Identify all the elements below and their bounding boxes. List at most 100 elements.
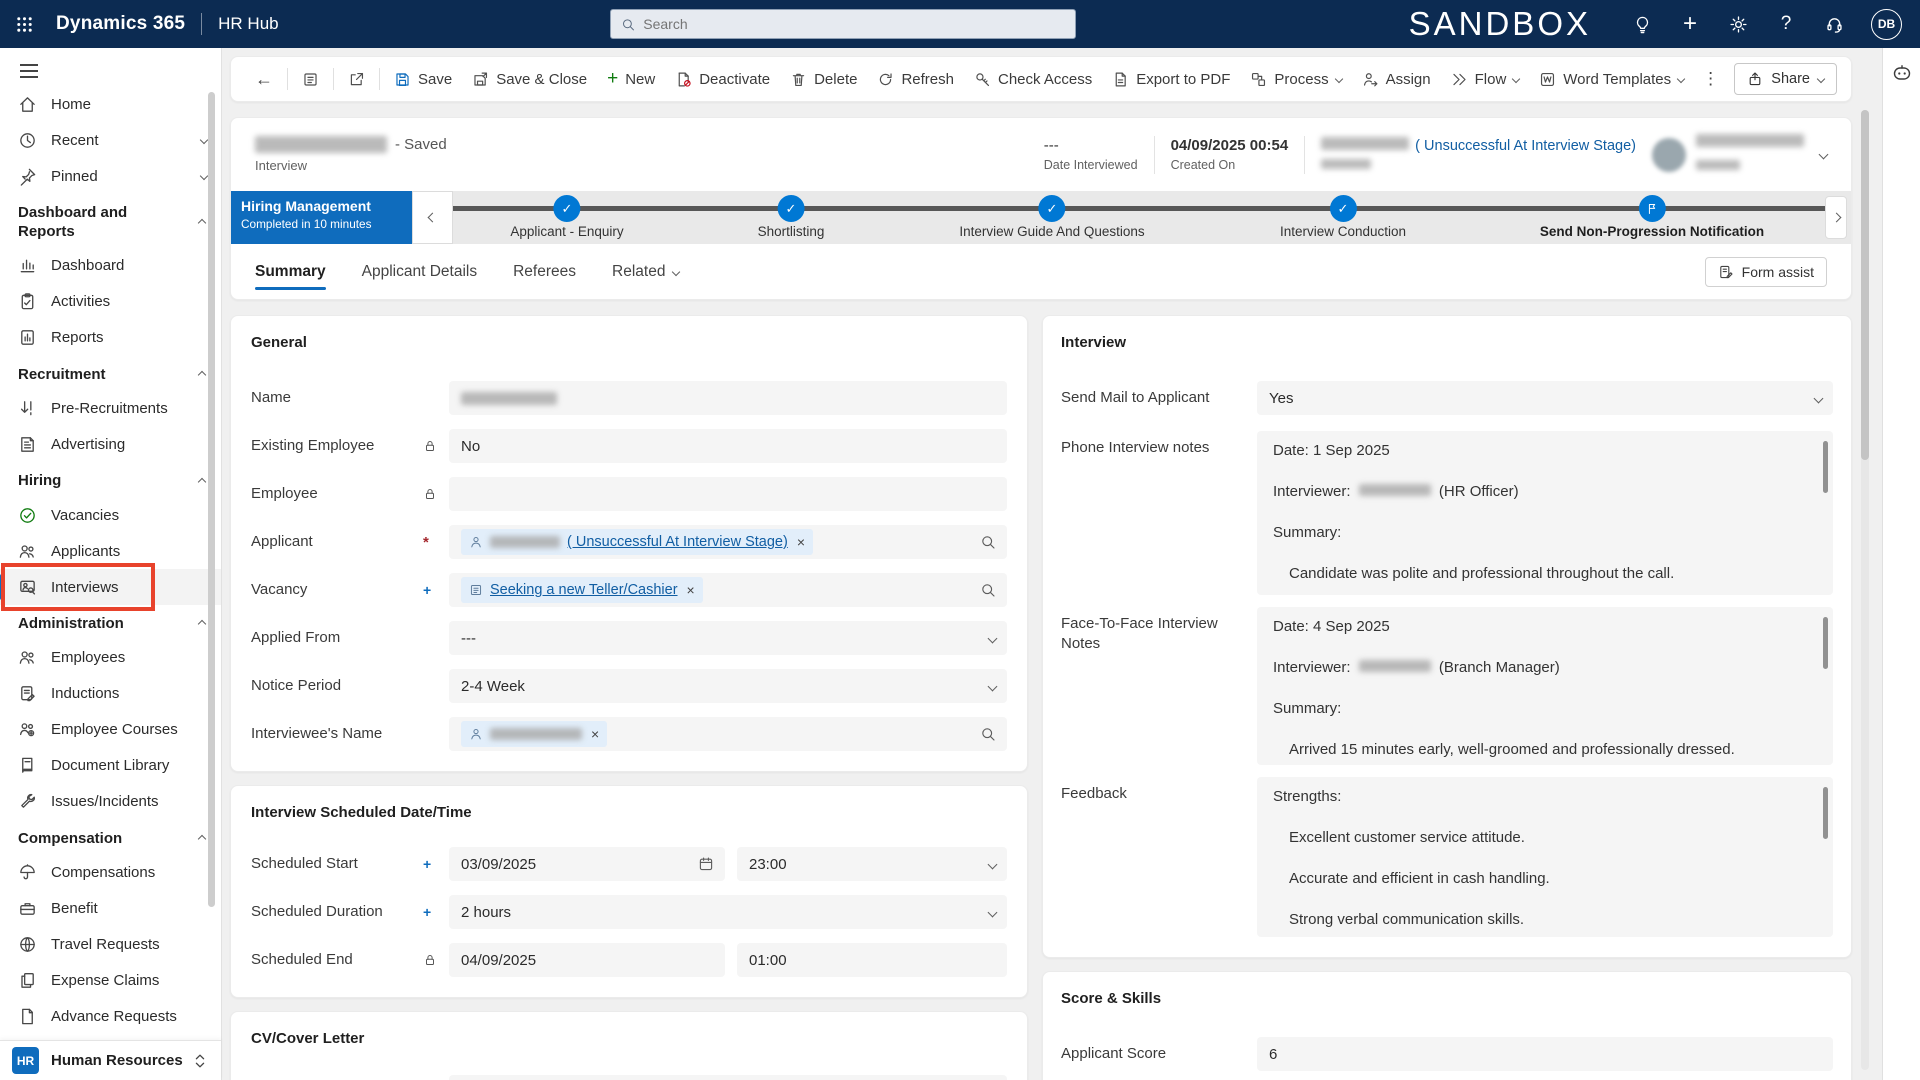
scheduled-start-date-input[interactable]: 03/09/2025 [449,847,725,881]
sidebar-group-dashboard-and-reports[interactable]: Dashboard and Reports [0,194,221,248]
lookup-search-icon[interactable] [980,534,996,550]
sidebar-item-vacancies[interactable]: Vacancies [0,497,221,533]
stage-send-non-progression-notification[interactable]: Send Non-Progression Notification [1540,195,1764,239]
cover-letter-available-input[interactable] [449,1075,1007,1080]
tab-referees[interactable]: Referees [513,244,576,299]
stage-applicant-enquiry[interactable]: ✓ Applicant - Enquiry [510,195,623,239]
help-icon[interactable]: ? [1775,13,1797,35]
notice-period-select[interactable]: 2-4 Week [449,669,1007,703]
flow-menu-button[interactable]: Flow [1441,62,1530,96]
assign-button[interactable]: Assign [1352,62,1441,96]
stage-interview-conduction[interactable]: ✓ Interview Conduction [1280,195,1406,239]
stage-interview-guide-and-questions[interactable]: ✓ Interview Guide And Questions [959,195,1144,239]
sidebar-item-inductions[interactable]: Inductions [0,676,221,712]
form-assist-button[interactable]: Form assist [1705,257,1827,287]
delete-button[interactable]: Delete [780,62,867,96]
word-templates-menu-button[interactable]: Word Templates [1529,62,1694,96]
employee-input[interactable] [449,477,1007,511]
sidebar-item-expense-claims[interactable]: Expense Claims [0,963,221,999]
send-mail-select[interactable]: Yes [1257,381,1833,415]
save-and-close-button[interactable]: Save & Close [462,62,597,96]
app-area-name[interactable]: HR Hub [218,14,278,34]
check-access-button[interactable]: Check Access [964,62,1102,96]
tab-summary[interactable]: Summary [255,244,326,299]
sidebar-item-compensations[interactable]: Compensations [0,855,221,891]
calendar-icon[interactable] [698,856,714,872]
new-button[interactable]: +New [597,62,665,96]
active-stage-box[interactable]: Hiring Management Completed in 10 minute… [231,191,412,244]
sidebar-item-issues-incidents[interactable]: Issues/Incidents [0,784,221,820]
feedback-textarea[interactable]: Strengths: Excellent customer service at… [1257,777,1833,937]
scheduled-end-date-input[interactable]: 04/09/2025 [449,943,725,977]
main-scrollbar-thumb[interactable] [1861,110,1869,460]
support-icon[interactable] [1823,13,1845,35]
next-stage-button[interactable] [1825,196,1847,239]
scheduled-duration-select[interactable]: 2 hours [449,895,1007,929]
lightbulb-icon[interactable] [1631,13,1653,35]
collapse-stage-button[interactable] [412,191,453,244]
sidebar-item-benefit[interactable]: Benefit [0,891,221,927]
existing-employee-input[interactable]: No [449,429,1007,463]
sidebar-item-dashboard[interactable]: Dashboard [0,248,221,284]
copilot-icon[interactable] [1891,62,1913,84]
sidebar-item-employees[interactable]: Employees [0,640,221,676]
textarea-scrollbar[interactable] [1823,441,1828,493]
stage-shortlisting[interactable]: ✓ Shortlisting [758,195,825,239]
process-menu-button[interactable]: Process [1240,62,1351,96]
interviewee-lookup-pill[interactable]: × [461,721,607,747]
scheduled-end-time-input[interactable]: 01:00 [737,943,1007,977]
open-in-new-window-button[interactable] [338,62,375,96]
settings-gear-icon[interactable] [1727,13,1749,35]
refresh-button[interactable]: Refresh [867,62,964,96]
tab-related[interactable]: Related [612,244,679,299]
collapse-header-chevron-icon[interactable] [1819,150,1829,160]
scheduled-start-time-select[interactable]: 23:00 [737,847,1007,881]
tab-applicant-details[interactable]: Applicant Details [362,244,477,299]
vacancy-lookup-pill[interactable]: Seeking a new Teller/Cashier × [461,577,703,603]
back-button[interactable]: ← [245,62,283,96]
vacancy-record-link[interactable]: Seeking a new Teller/Cashier [490,582,678,598]
interviewee-lookup-input[interactable]: × [449,717,1007,751]
sidebar-group-hiring[interactable]: Hiring [0,462,221,497]
sidebar-item-advance-requests[interactable]: Advance Requests [0,999,221,1029]
user-avatar[interactable]: DB [1871,9,1902,40]
overflow-menu-button[interactable]: ⋮ [1694,69,1727,89]
remove-value-icon[interactable]: × [797,534,805,550]
sidebar-item-pinned[interactable]: Pinned [0,158,221,194]
applied-from-select[interactable]: --- [449,621,1007,655]
textarea-scrollbar[interactable] [1823,617,1828,669]
sidebar-item-activities[interactable]: Activities [0,284,221,320]
sidebar-item-travel-requests[interactable]: Travel Requests [0,927,221,963]
applicant-score-input[interactable]: 6 [1257,1037,1833,1071]
sidebar-item-home[interactable]: Home [0,86,221,122]
sidebar-group-compensation[interactable]: Compensation [0,820,221,855]
search-input[interactable] [643,16,1065,32]
sidebar-item-advertising[interactable]: Advertising [0,426,221,462]
app-launcher-waffle-icon[interactable] [0,0,48,48]
save-button[interactable]: Save [384,62,462,96]
share-button[interactable]: Share [1734,63,1837,95]
sitemap-toggle-icon[interactable] [20,70,38,72]
sidebar-item-recent[interactable]: Recent [0,122,221,158]
sidebar-item-reports[interactable]: Reports [0,320,221,356]
phone-notes-textarea[interactable]: Date: 1 Sep 2025 Interviewer: (HR Office… [1257,431,1833,595]
global-search[interactable] [610,9,1076,39]
applicant-lookup-pill[interactable]: ( Unsuccessful At Interview Stage) × [461,529,813,555]
sidebar-item-pre-recruitments[interactable]: Pre-Recruitments [0,390,221,426]
sidebar-item-document-library[interactable]: Document Library [0,748,221,784]
sidebar-item-interviews[interactable]: Interviews [0,569,221,605]
f2f-notes-textarea[interactable]: Date: 4 Sep 2025 Interviewer: (Branch Ma… [1257,607,1833,765]
deactivate-button[interactable]: Deactivate [665,62,780,96]
applicant-status-link[interactable]: ( Unsuccessful At Interview Stage) [1415,138,1636,154]
name-input[interactable] [449,381,1007,415]
sidebar-group-recruitment[interactable]: Recruitment [0,356,221,391]
applicant-record-link[interactable]: ( Unsuccessful At Interview Stage) [567,534,788,550]
applicant-lookup-input[interactable]: ( Unsuccessful At Interview Stage) × [449,525,1007,559]
lookup-search-icon[interactable] [980,582,996,598]
app-title[interactable]: Dynamics 365 [56,13,185,35]
remove-value-icon[interactable]: × [687,582,695,598]
view-selector-button[interactable] [292,62,329,96]
area-switcher[interactable]: HR Human Resources [0,1040,221,1080]
textarea-scrollbar[interactable] [1823,787,1828,839]
sidebar-item-employee-courses[interactable]: Employee Courses [0,712,221,748]
